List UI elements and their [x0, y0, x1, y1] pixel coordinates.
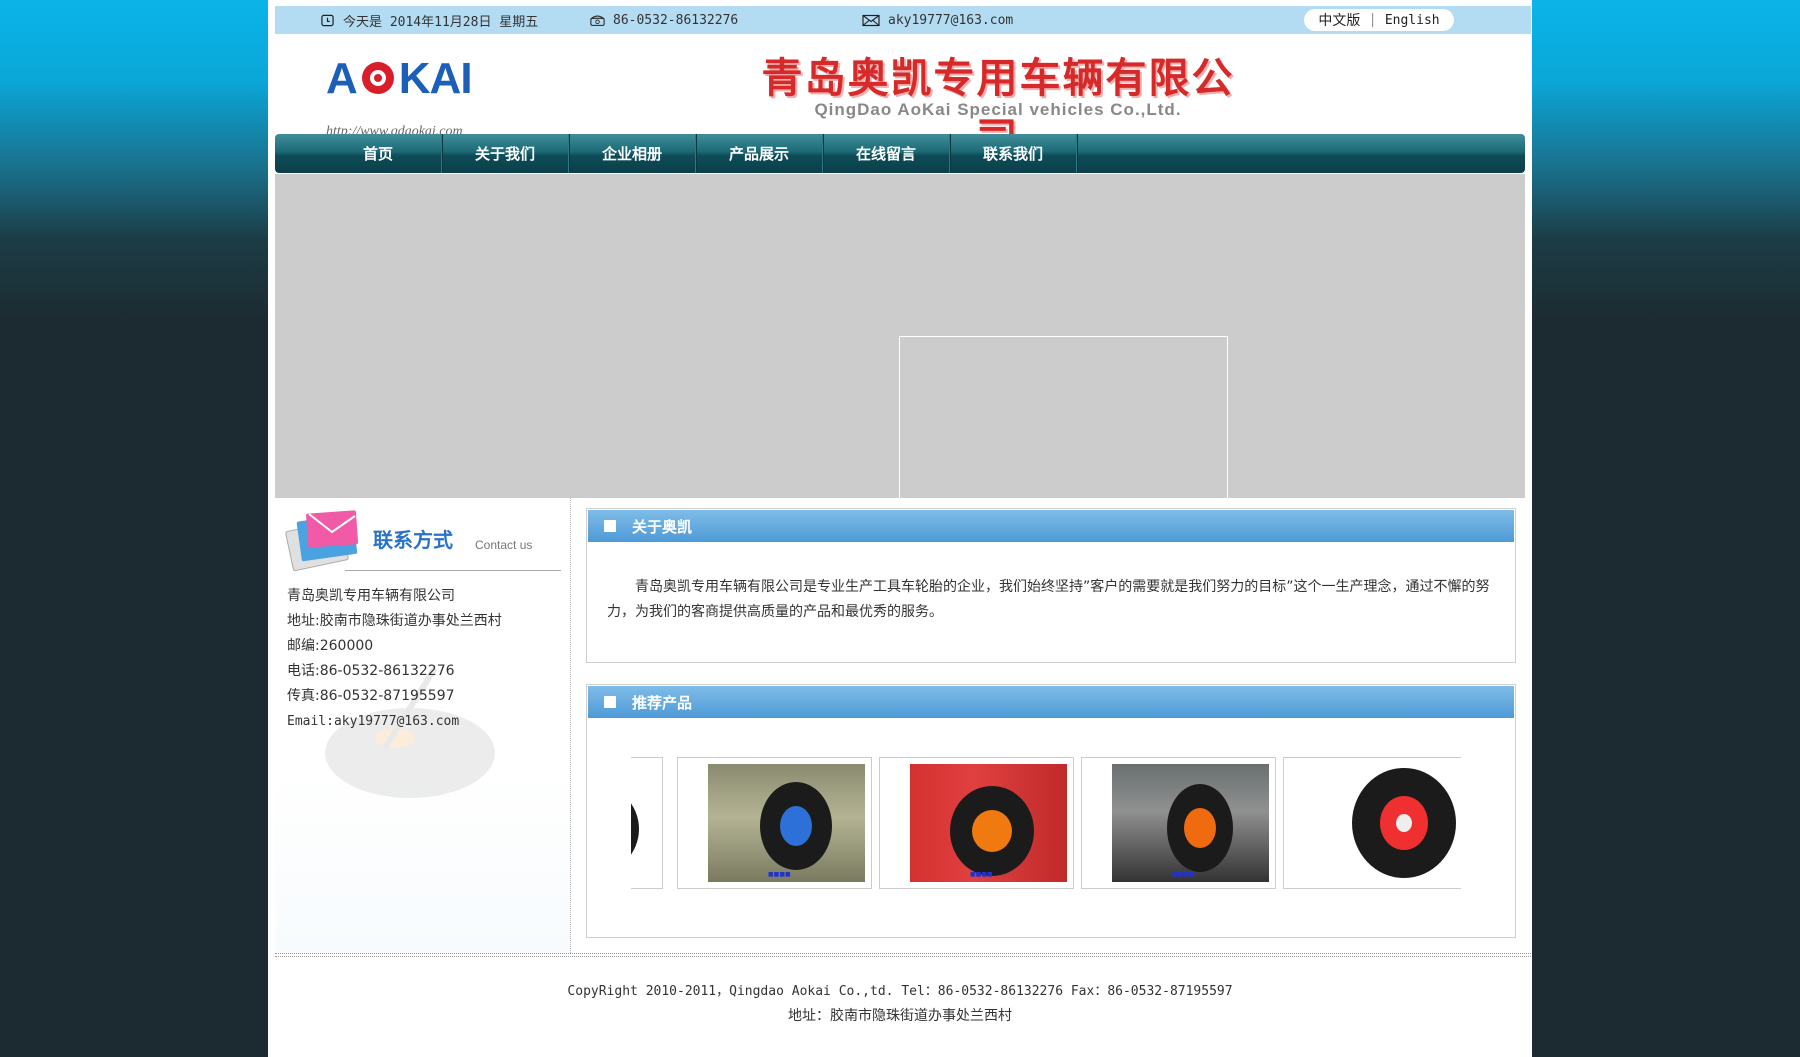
- language-switcher: 中文版 | English: [1304, 9, 1454, 31]
- logo-text: A KAI: [326, 54, 473, 103]
- site-header: AKAI http://www.qdaokai.com 青岛奥凯专用车辆有限公司…: [268, 34, 1532, 162]
- email-link[interactable]: aky19777@163.com: [888, 13, 1013, 28]
- footer-address: 地址：胶南市隐珠街道办事处兰西村: [788, 1008, 1012, 1024]
- about-title: 关于奥凯: [632, 517, 693, 536]
- product-item[interactable]: ■■■■: [677, 757, 872, 889]
- contact-header: 联系方式 Contact us: [285, 508, 561, 583]
- about-panel: 关于奥凯 青岛奥凯专用车辆有限公司是专业生产工具车轮胎的企业，我们始终坚持”客户…: [586, 508, 1516, 663]
- contact-subtitle: Contact us: [475, 538, 533, 552]
- lang-chinese-link[interactable]: 中文版: [1318, 10, 1360, 30]
- product-item[interactable]: ■■■■: [1081, 757, 1276, 889]
- company-logo[interactable]: A KAI http://www.qdaokai.com: [326, 54, 516, 139]
- square-bullet-icon: [604, 520, 616, 532]
- nav-home[interactable]: 首页: [315, 134, 442, 173]
- lang-separator: |: [1368, 12, 1377, 28]
- watermark-icon: ■■■■: [970, 871, 993, 878]
- lang-english-link[interactable]: English: [1385, 13, 1440, 28]
- phone-info: 86-0532-86132276: [590, 10, 738, 30]
- products-panel-header: 推荐产品: [588, 686, 1514, 718]
- square-bullet-icon: [604, 696, 616, 708]
- watermark-icon: ■■■■: [1172, 871, 1195, 878]
- company-name-en: QingDao AoKai Special vehicles Co.,Ltd.: [814, 100, 1182, 119]
- date-text: 今天是 2014年11月28日 星期五: [343, 14, 539, 30]
- about-text: 青岛奥凯专用车辆有限公司是专业生产工具车轮胎的企业，我们始终坚持”客户的需要就是…: [607, 579, 1490, 620]
- footer-copyright: CopyRight 2010-2011，Qingdao Aokai Co.,td…: [567, 984, 1233, 999]
- product-item[interactable]: [631, 757, 663, 889]
- contact-fax: 传真:86-0532-87195597: [287, 688, 455, 704]
- banner-placeholder-box: [899, 336, 1228, 498]
- date-info: 今天是 2014年11月28日 星期五: [320, 10, 538, 30]
- mail-icon: [862, 14, 880, 26]
- product-image: ■■■■: [708, 764, 865, 882]
- contact-details: 青岛奥凯专用车辆有限公司 地址:胶南市隐珠街道办事处兰西村 邮编:260000 …: [287, 584, 502, 734]
- nav-about[interactable]: 关于我们: [442, 134, 569, 173]
- contact-email: Email:aky19777@163.com: [287, 714, 460, 729]
- contact-title: 联系方式: [373, 528, 453, 552]
- main-nav: 首页 关于我们 企业相册 产品展示 在线留言 联系我们: [275, 134, 1525, 173]
- contact-sidebar: 联系方式 Contact us 青岛奥凯专用车辆有限公司 地址:胶南市隐珠街道办…: [275, 498, 571, 953]
- page-container: 今天是 2014年11月28日 星期五 86-0532-86132276 aky…: [268, 0, 1532, 1057]
- footer-divider: [275, 953, 1531, 957]
- product-image: ■■■■: [1112, 764, 1269, 882]
- envelope-icon: [285, 510, 359, 572]
- phone-icon: [590, 15, 605, 26]
- phone-text: 86-0532-86132276: [613, 12, 739, 28]
- product-image: [1314, 764, 1461, 882]
- nav-album[interactable]: 企业相册: [569, 134, 696, 173]
- nav-guestbook[interactable]: 在线留言: [823, 134, 950, 173]
- logo-target-icon: [361, 62, 394, 94]
- nav-products[interactable]: 产品展示: [696, 134, 823, 173]
- products-panel: 推荐产品 ■■■■ ■■■■ ■■■■: [586, 684, 1516, 938]
- product-item[interactable]: [1283, 757, 1461, 889]
- top-info-bar: 今天是 2014年11月28日 星期五 86-0532-86132276 aky…: [275, 6, 1531, 34]
- clock-icon: [321, 14, 334, 26]
- product-carousel: ■■■■ ■■■■ ■■■■: [631, 757, 1461, 895]
- contact-postcode: 邮编:260000: [287, 638, 374, 654]
- site-footer: CopyRight 2010-2011，Qingdao Aokai Co.,td…: [268, 980, 1532, 1028]
- divider: [345, 570, 561, 571]
- email-info: aky19777@163.com: [862, 10, 1013, 30]
- contact-company: 青岛奥凯专用车辆有限公司: [287, 588, 455, 604]
- contact-address: 地址:胶南市隐珠街道办事处兰西村: [287, 613, 502, 629]
- nav-contact[interactable]: 联系我们: [950, 134, 1077, 173]
- banner-area: [275, 174, 1525, 498]
- product-image: ■■■■: [910, 764, 1067, 882]
- product-item[interactable]: ■■■■: [879, 757, 1074, 889]
- watermark-icon: ■■■■: [768, 871, 791, 878]
- about-panel-header: 关于奥凯: [588, 510, 1514, 542]
- products-title: 推荐产品: [632, 693, 693, 712]
- contact-phone: 电话:86-0532-86132276: [287, 663, 455, 679]
- product-image: [631, 764, 656, 882]
